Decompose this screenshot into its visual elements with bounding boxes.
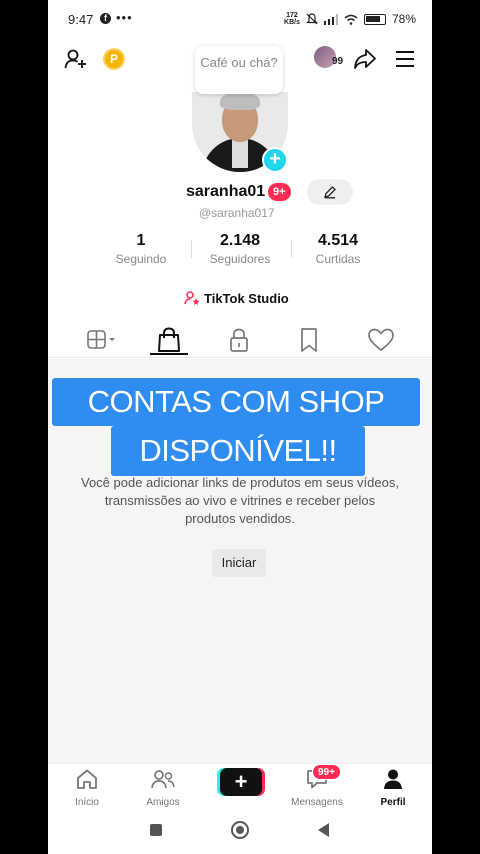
share-icon[interactable] (353, 47, 377, 71)
notification-badge[interactable]: 9+ (268, 183, 291, 201)
more-notifications: ••• (116, 10, 133, 25)
coins-icon[interactable]: P (103, 48, 125, 70)
tiktok-studio-link[interactable]: TikTok Studio (184, 290, 289, 306)
overlay-caption-line2: DISPONÍVEL!! (111, 426, 365, 476)
tab-private-lock-icon[interactable] (224, 326, 254, 354)
profile-handle: @saranha017 (199, 206, 275, 220)
likes-label: Curtidas (315, 252, 361, 266)
following-label: Seguindo (115, 252, 167, 266)
nav-friends[interactable]: Amigos (128, 768, 198, 808)
avatar-shirt (232, 138, 248, 168)
overlay-caption-line1: CONTAS COM SHOP (52, 378, 420, 426)
stat-followers[interactable]: 2.148 Seguidores (195, 232, 285, 266)
bottom-navigation: Início Amigos + Mensagens 99+ Perfil (48, 763, 432, 809)
studio-label: TikTok Studio (204, 290, 289, 306)
friends-count: 99 (332, 56, 344, 67)
status-bar: 9:47 f ••• 172 KB/s 78% (48, 0, 432, 38)
battery-percent: 78% (391, 12, 416, 26)
tab-liked-heart-icon[interactable] (366, 326, 396, 354)
nav-home[interactable]: Início (52, 768, 122, 808)
phone-screen: 9:47 f ••• 172 KB/s 78% P Café ou chá? 99 (48, 0, 432, 854)
create-video-button[interactable]: + (220, 768, 262, 796)
profile-icon (384, 769, 402, 789)
stat-divider (291, 240, 292, 258)
tab-shop-icon[interactable] (154, 326, 184, 354)
facebook-icon: f (100, 13, 111, 24)
nav-friends-label: Amigos (146, 797, 180, 808)
friends-icon (151, 770, 175, 789)
recent-apps-icon[interactable] (150, 824, 162, 836)
profile-tabs (48, 322, 432, 358)
stat-following[interactable]: 1 Seguindo (96, 232, 186, 266)
pencil-icon (324, 186, 336, 199)
home-icon (77, 769, 97, 789)
system-navigation-bar (48, 809, 432, 854)
edit-profile-button[interactable] (307, 179, 353, 205)
signal-icon (323, 13, 338, 25)
followers-count: 2.148 (219, 232, 261, 249)
likes-count: 4.514 (317, 232, 359, 249)
start-shop-button[interactable]: Iniciar (212, 549, 266, 577)
studio-icon (184, 291, 200, 305)
network-speed: 172 KB/s (284, 12, 300, 26)
tab-videos-grid-icon[interactable] (86, 326, 116, 354)
nav-profile[interactable]: Perfil (358, 768, 428, 808)
battery-icon (363, 13, 386, 25)
home-button-icon[interactable] (231, 821, 249, 839)
tab-favorites-bookmark-icon[interactable] (294, 326, 324, 354)
nav-home-label: Início (75, 797, 99, 808)
shop-description: Você pode adicionar links de produtos em… (81, 475, 399, 526)
stat-divider (191, 240, 192, 258)
following-count: 1 (136, 232, 146, 249)
avatar-hair (220, 92, 260, 110)
add-friend-icon[interactable] (64, 47, 88, 71)
wifi-icon (344, 14, 358, 25)
status-bubble[interactable]: Café ou chá? (195, 46, 283, 94)
username: saranha01 (186, 183, 266, 200)
stat-likes[interactable]: 4.514 Curtidas (293, 232, 383, 266)
add-story-button[interactable]: + (262, 147, 288, 173)
active-tab-indicator (150, 353, 188, 355)
nav-profile-label: Perfil (380, 797, 406, 808)
status-indicators: 172 KB/s 78% (284, 12, 416, 26)
nav-messages-label: Mensagens (291, 797, 343, 808)
status-time: 9:47 (68, 12, 94, 27)
mute-icon (306, 13, 318, 25)
back-icon[interactable] (318, 823, 329, 837)
menu-icon[interactable] (394, 49, 416, 69)
messages-badge: 99+ (312, 764, 341, 780)
followers-label: Seguidores (209, 252, 271, 266)
